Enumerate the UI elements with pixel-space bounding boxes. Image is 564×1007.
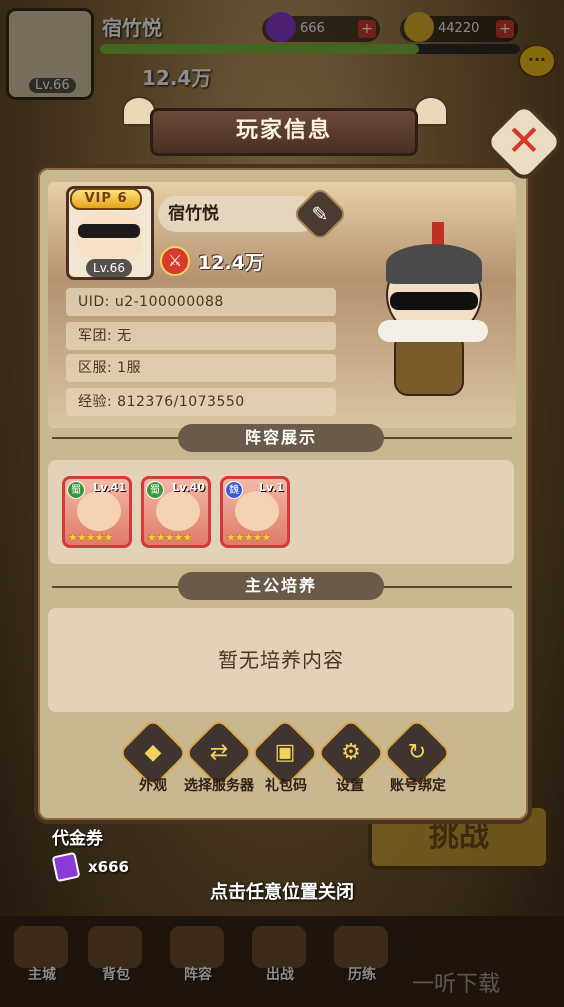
- gift-code-icon[interactable]: ▣: [260, 728, 310, 778]
- close-hint: 点击任意位置关闭: [210, 882, 354, 903]
- hero-level: Lv.40: [172, 481, 205, 494]
- uid-row: UID: u2-100000088: [66, 288, 336, 316]
- faction-badge: 蜀: [146, 481, 164, 499]
- voucher-label: 代金券: [52, 829, 103, 849]
- lineup-hero-card[interactable]: 蜀 Lv.41 ★★★★★: [62, 476, 132, 548]
- title-ornament-right: [414, 96, 448, 126]
- hero-stars: ★★★★★: [147, 531, 192, 544]
- hero-face: [77, 491, 121, 531]
- hero-hair: [386, 244, 482, 284]
- server-switch-icon[interactable]: ⇄: [194, 728, 244, 778]
- voucher-count: x666: [88, 858, 129, 876]
- appearance-label: 外观: [139, 778, 167, 794]
- hero-fur-collar: [378, 320, 488, 342]
- legion-row: 军团: 无: [66, 322, 336, 350]
- close-icon[interactable]: ✕: [494, 112, 554, 172]
- hero-glasses: [390, 292, 478, 310]
- training-section-title: 主公培养: [178, 572, 384, 600]
- hero-face: [235, 491, 279, 531]
- account-bind-label: 账号绑定: [390, 778, 446, 794]
- hero-level: Lv.41: [93, 481, 126, 494]
- brush-icon[interactable]: ✎: [300, 194, 340, 234]
- faction-badge: 魏: [225, 481, 243, 499]
- lineup-hero-card[interactable]: 蜀 Lv.40 ★★★★★: [141, 476, 211, 548]
- profile-name: 宿竹悦: [158, 196, 318, 232]
- profile-power: 12.4万: [198, 252, 264, 274]
- avatar-glasses: [78, 224, 140, 238]
- server-row: 区服: 1服: [66, 354, 336, 382]
- profile-level: Lv.66: [86, 259, 132, 277]
- hero-face: [156, 491, 200, 531]
- hero-level: Lv.1: [258, 481, 284, 494]
- lineup-section-title: 阵容展示: [178, 424, 384, 452]
- vip-badge: VIP 6: [70, 188, 142, 210]
- power-icon: ⚔: [160, 246, 190, 276]
- hero-stars: ★★★★★: [226, 531, 271, 544]
- exp-row: 经验: 812376/1073550: [66, 388, 336, 416]
- lineup-hero-card[interactable]: 魏 Lv.1 ★★★★★: [220, 476, 290, 548]
- server-switch-label: 选择服务器: [184, 778, 254, 794]
- dialog-title: 玩家信息: [150, 108, 418, 156]
- hero-stars: ★★★★★: [68, 531, 113, 544]
- account-bind-icon[interactable]: ↻: [392, 728, 442, 778]
- gift-code-label: 礼包码: [265, 778, 307, 794]
- gear-icon[interactable]: ⚙: [326, 728, 376, 778]
- faction-badge: 蜀: [67, 481, 85, 499]
- appearance-icon[interactable]: ◆: [128, 728, 178, 778]
- training-empty-text: 暂无培养内容: [48, 608, 514, 712]
- settings-label: 设置: [336, 778, 364, 794]
